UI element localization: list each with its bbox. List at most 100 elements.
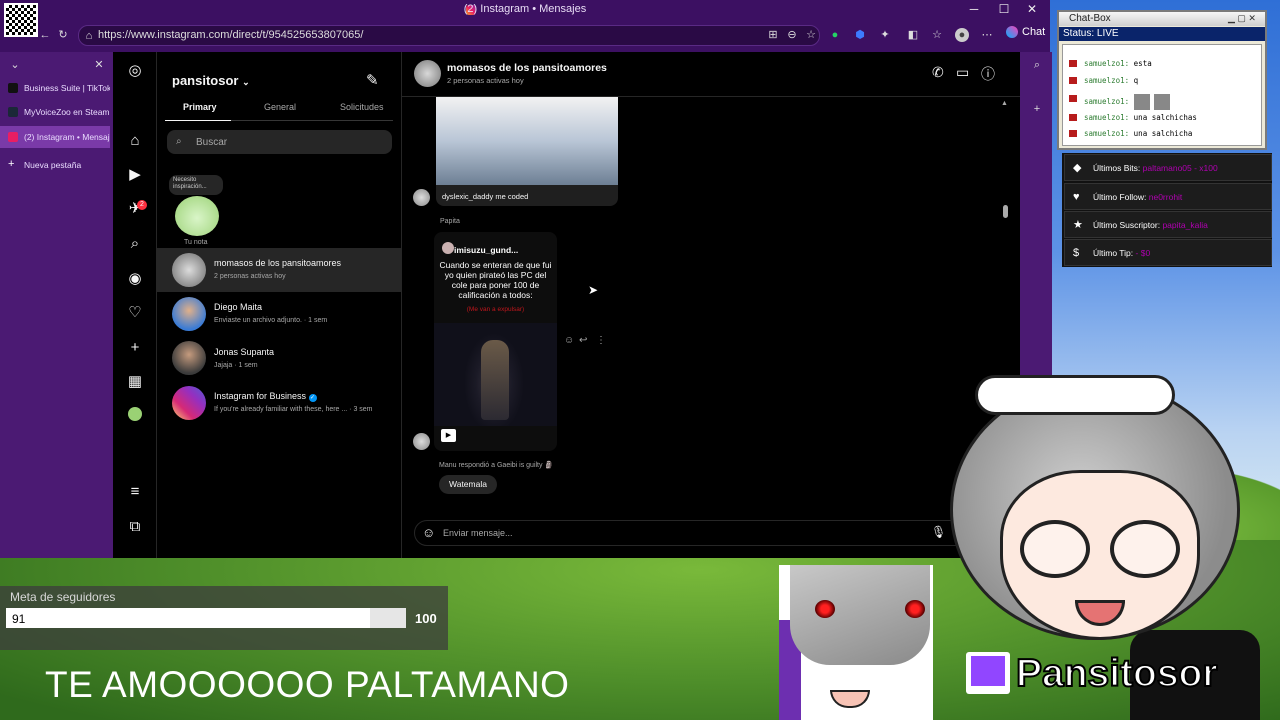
stat-last-bits: ◆ Últimos Bits: paltamano05 - x100 [1064, 154, 1272, 181]
create-icon[interactable]: + [125, 338, 145, 358]
conversation-name-text: Instagram for Business [214, 391, 307, 401]
microphone-icon[interactable]: 🎙 [931, 525, 946, 539]
instagram-logo-icon[interactable]: ◎ [125, 61, 145, 81]
maximize-icon[interactable]: ☐ [990, 2, 1018, 20]
reply-context: Manu respondió a Gaeibi is guilty 🗿 [439, 462, 554, 469]
phone-icon[interactable]: ✆ [932, 64, 944, 81]
dollar-icon: $ [1073, 247, 1080, 259]
conversation-name: Jonas Supanta [214, 347, 275, 357]
chat-line: samuelzo1: una salchichas [1069, 113, 1197, 122]
site-info-icon[interactable]: ⌂ [82, 29, 96, 43]
twitch-logo-fill [971, 656, 1005, 686]
chat-title[interactable]: momasos de los pansitoamores [447, 62, 607, 74]
scroll-up-icon[interactable]: ▲ [1001, 100, 1008, 107]
extensions-icon[interactable]: ✦ [878, 28, 892, 42]
back-icon[interactable]: ← [38, 28, 52, 42]
note-avatar[interactable] [175, 196, 219, 236]
split-screen-icon[interactable]: ◧ [906, 28, 920, 42]
chatbox-status: Status: LIVE [1059, 27, 1265, 41]
profile-avatar[interactable] [128, 407, 142, 421]
dashboard-icon[interactable]: ▦ [125, 372, 145, 392]
group-avatar[interactable] [414, 60, 441, 87]
reel-caption: Cuando se enteran de que fui yo quien pi… [439, 260, 552, 300]
stat-label: Último Tip: [1093, 248, 1134, 258]
conversation-preview: 2 personas activas hoy [214, 273, 286, 280]
channel-name: Pansitosor [1015, 651, 1219, 696]
search-icon[interactable]: ⌕ [125, 234, 145, 254]
react-emoji-icon[interactable]: ☺ [564, 335, 574, 346]
chat-line: samuelzo1: esta [1069, 59, 1152, 68]
instagram-icon [8, 132, 18, 142]
tab-requests[interactable]: Solicitudes [340, 102, 384, 112]
stat-label: Último Suscriptor: [1093, 220, 1161, 230]
user-badge-icon [1069, 130, 1077, 137]
message-bubble[interactable]: Watemala [439, 475, 497, 494]
reels-icon[interactable]: ▶ [125, 165, 145, 185]
collapse-tabs-icon[interactable]: ⌄ [8, 58, 22, 72]
browser-tab-steam[interactable]: MyVoiceZoo en Steam [0, 101, 110, 123]
note-label: Tu nota [184, 239, 208, 246]
copilot-icon [1006, 26, 1018, 39]
avatar [172, 297, 206, 331]
new-tab-button[interactable]: + Nueva pestaña [0, 154, 110, 176]
chat-button-label: Chat [1022, 26, 1046, 38]
sidebar-search-icon[interactable]: ⌕ [1030, 58, 1044, 72]
reload-icon[interactable]: ↻ [56, 28, 70, 42]
conversation-name: Diego Maita [214, 302, 263, 312]
message-placeholder: Enviar mensaje... [443, 528, 513, 538]
extension-shield-icon[interactable]: ⬢ [853, 28, 867, 42]
bookmark-star-icon[interactable]: ☆ [804, 28, 818, 42]
chat-scrollbar[interactable] [1003, 205, 1008, 218]
sidebar-add-icon[interactable]: + [1030, 102, 1044, 116]
copilot-chat-button[interactable]: Chat [1006, 26, 1046, 44]
menu-icon[interactable]: ≡ [125, 482, 145, 502]
stat-last-subscriber: ★ Último Suscriptor: papita_kalia [1064, 211, 1272, 238]
threads-icon[interactable]: ⧉ [125, 517, 145, 537]
info-icon[interactable]: ⓘ [981, 64, 995, 84]
sender-avatar [413, 433, 430, 450]
explore-icon[interactable]: ◉ [125, 269, 145, 289]
chat-user: samuelzo1: [1084, 59, 1130, 68]
chat-text: esta [1133, 59, 1152, 68]
instagram-logo-icon [172, 386, 206, 420]
home-icon[interactable]: ⌂ [125, 131, 145, 151]
more-menu-icon[interactable]: ⋯ [980, 28, 994, 42]
video-call-icon[interactable]: ▭ [956, 64, 969, 81]
new-message-icon[interactable]: ✎ [366, 71, 384, 89]
diamond-icon: ◆ [1073, 162, 1082, 174]
search-placeholder: Buscar [196, 137, 228, 148]
stat-label: Últimos Bits: [1093, 163, 1141, 173]
stat-value: papita_kalia [1162, 220, 1208, 230]
stat-last-tip: $ Último Tip: - $0 [1064, 239, 1272, 266]
account-switcher[interactable]: pansitosor ⌄ [172, 73, 250, 88]
whatsapp-icon[interactable]: ● [828, 28, 842, 42]
reel-character [481, 340, 509, 420]
unpin-icon[interactable]: ✕ [92, 58, 106, 72]
stream-banner-text: TE AMOOOOOO PALTAMANO [45, 664, 570, 705]
close-icon[interactable]: ✕ [1018, 2, 1046, 20]
chat-line: samuelzo1: [1069, 94, 1171, 110]
active-tab-indicator [165, 120, 231, 121]
user-badge-icon [1069, 60, 1077, 67]
chat-text: q [1133, 76, 1139, 85]
character-eye [815, 600, 835, 618]
reel-play-icon[interactable]: ▶ [441, 429, 456, 442]
browser-tab-instagram[interactable]: (2) Instagram • Mensajes [0, 126, 110, 148]
tab-label: (2) Instagram • Mensajes [24, 132, 110, 142]
sender-avatar [413, 189, 430, 206]
more-options-icon[interactable]: ⋮ [596, 335, 606, 346]
browser-tab-tiktok[interactable]: Business Suite | TikTok [0, 77, 110, 99]
reply-icon[interactable]: ↩ [579, 335, 587, 346]
emoji-icon[interactable]: ☺ [422, 525, 435, 540]
profile-avatar-icon[interactable]: ● [955, 28, 969, 42]
shared-image[interactable] [436, 97, 618, 185]
character-eye [905, 600, 925, 618]
zoom-icon[interactable]: ⊖ [785, 28, 799, 42]
minimize-icon[interactable]: ─ [960, 2, 988, 20]
note-bubble[interactable]: Necesito inspiración... [169, 175, 223, 195]
apps-icon[interactable]: ⊞ [766, 28, 780, 42]
favorites-icon[interactable]: ☆ [930, 28, 944, 42]
tab-primary[interactable]: Primary [183, 102, 217, 112]
heart-icon[interactable]: ♡ [125, 303, 145, 323]
tab-general[interactable]: General [264, 102, 296, 112]
